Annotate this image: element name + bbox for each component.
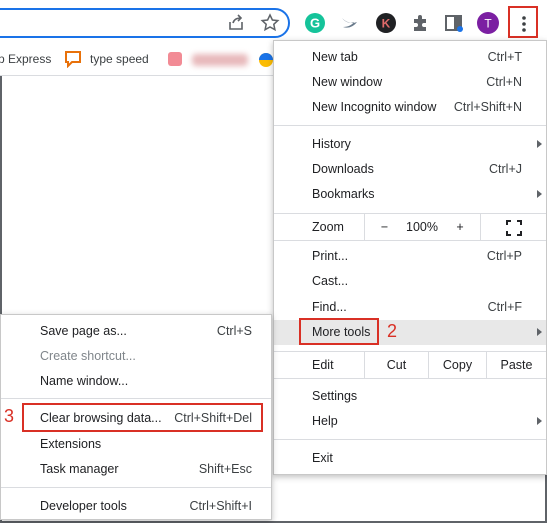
chrome-main-menu: New tab Ctrl+T New window Ctrl+N New Inc… [273, 40, 547, 475]
sidepanel-icon[interactable] [442, 11, 466, 35]
menu-item-history[interactable]: History [274, 132, 546, 157]
menu-shortcut: Ctrl+S [216, 324, 252, 338]
more-tools-submenu: Save page as... Ctrl+S Create shortcut..… [0, 314, 272, 520]
zoom-label: Zoom [312, 220, 344, 234]
menu-label: History [312, 137, 351, 151]
menu-label: Find... [312, 300, 347, 314]
callout-number-2: 2 [387, 321, 398, 341]
menu-shortcut: Shift+Esc [198, 462, 252, 476]
submenu-arrow-icon [537, 417, 542, 425]
menu-item-help[interactable]: Help [274, 409, 546, 434]
menu-label: Help [312, 414, 338, 428]
profile-avatar[interactable]: T [476, 11, 500, 35]
menu-separator [274, 125, 546, 126]
submenu-arrow-icon [537, 328, 542, 336]
edit-row: Edit Cut Copy Paste [274, 351, 546, 379]
grammarly-icon[interactable]: G [303, 11, 327, 35]
menu-label: Bookmarks [312, 187, 375, 201]
cut-button[interactable]: Cut [364, 352, 428, 378]
submenu-item-create-shortcut[interactable]: Create shortcut... [1, 344, 271, 369]
menu-label: Exit [312, 451, 333, 465]
menu-label: Settings [312, 389, 358, 403]
bookmark-chat-icon [64, 50, 82, 71]
menu-shortcut: Ctrl+Shift+I [189, 499, 252, 513]
svg-text:G: G [310, 16, 320, 31]
fullscreen-icon [505, 220, 522, 236]
more-menu-icon [522, 16, 526, 32]
browser-toolbar: G K T 1 [0, 0, 547, 74]
callout-number-3: 3 [4, 406, 15, 426]
bookmark-item-type-speed[interactable]: type speed [90, 52, 149, 66]
submenu-item-name-window[interactable]: Name window... [1, 369, 271, 394]
submenu-item-save-page[interactable]: Save page as... Ctrl+S [1, 319, 271, 344]
menu-label: New Incognito window [312, 100, 437, 114]
menu-item-exit[interactable]: Exit [274, 446, 546, 471]
menu-item-print[interactable]: Print... Ctrl+P [274, 244, 546, 269]
menu-shortcut: Ctrl+F [487, 300, 522, 314]
k-extension-icon[interactable]: K [374, 11, 398, 35]
menu-label: Cast... [312, 274, 349, 288]
menu-item-find[interactable]: Find... Ctrl+F [274, 295, 546, 320]
submenu-arrow-icon [537, 140, 542, 148]
zoom-in-button[interactable]: + [440, 214, 480, 240]
svg-text:K: K [382, 17, 391, 31]
edit-label: Edit [312, 358, 334, 372]
menu-item-bookmarks[interactable]: Bookmarks [274, 182, 546, 207]
menu-shortcut: Ctrl+Shift+N [453, 100, 522, 114]
menu-item-cast[interactable]: Cast... [274, 269, 546, 294]
clear-data-highlight-box [22, 403, 263, 432]
submenu-item-extensions[interactable]: Extensions [1, 432, 271, 457]
menu-label: Downloads [312, 162, 374, 176]
bookmark-item-express[interactable]: p Express [0, 52, 51, 66]
menu-item-downloads[interactable]: Downloads Ctrl+J [274, 157, 546, 182]
menu-item-new-window[interactable]: New window Ctrl+N [274, 70, 546, 95]
submenu-item-developer-tools[interactable]: Developer tools Ctrl+Shift+I [1, 494, 271, 519]
menu-shortcut: Ctrl+N [486, 75, 522, 89]
zoom-out-button[interactable]: − [364, 214, 404, 240]
menu-item-new-incognito[interactable]: New Incognito window Ctrl+Shift+N [274, 95, 546, 120]
zoom-row: Zoom − 100% + [274, 213, 546, 241]
menu-label: Task manager [40, 462, 119, 476]
menu-separator [274, 439, 546, 440]
menu-label: Extensions [40, 437, 102, 451]
menu-label: New tab [312, 50, 358, 64]
more-tools-highlight-box [299, 318, 379, 345]
blurred-bookmark-text[interactable] [192, 54, 248, 66]
menu-item-settings[interactable]: Settings [274, 384, 546, 409]
zoom-level: 100% [406, 220, 438, 234]
copy-button[interactable]: Copy [428, 352, 486, 378]
menu-shortcut: Ctrl+T [487, 50, 522, 64]
menu-shortcut: Ctrl+J [489, 162, 522, 176]
svg-text:T: T [484, 17, 492, 31]
paste-button[interactable]: Paste [486, 352, 546, 378]
bookmark-partial-icon [258, 52, 274, 71]
more-menu-button[interactable] [508, 6, 538, 38]
menu-label: Developer tools [40, 499, 127, 513]
star-icon[interactable] [260, 13, 280, 33]
menu-item-new-tab[interactable]: New tab Ctrl+T [274, 45, 546, 70]
menu-label: Save page as... [40, 324, 127, 338]
menu-separator [1, 398, 271, 399]
address-bar[interactable] [0, 8, 290, 38]
submenu-item-task-manager[interactable]: Task manager Shift+Esc [1, 457, 271, 482]
menu-label: Print... [312, 249, 349, 263]
menu-separator [1, 487, 271, 488]
fullscreen-button[interactable] [480, 214, 546, 240]
menu-label: Name window... [40, 374, 129, 388]
share-icon[interactable] [226, 13, 246, 33]
submenu-arrow-icon [537, 190, 542, 198]
bookmark-blurred-icon [168, 52, 182, 69]
menu-label: New window [312, 75, 383, 89]
menu-shortcut: Ctrl+P [486, 249, 522, 263]
swift-icon[interactable] [338, 11, 362, 35]
puzzle-icon[interactable] [409, 11, 433, 35]
menu-label: Create shortcut... [40, 349, 136, 363]
